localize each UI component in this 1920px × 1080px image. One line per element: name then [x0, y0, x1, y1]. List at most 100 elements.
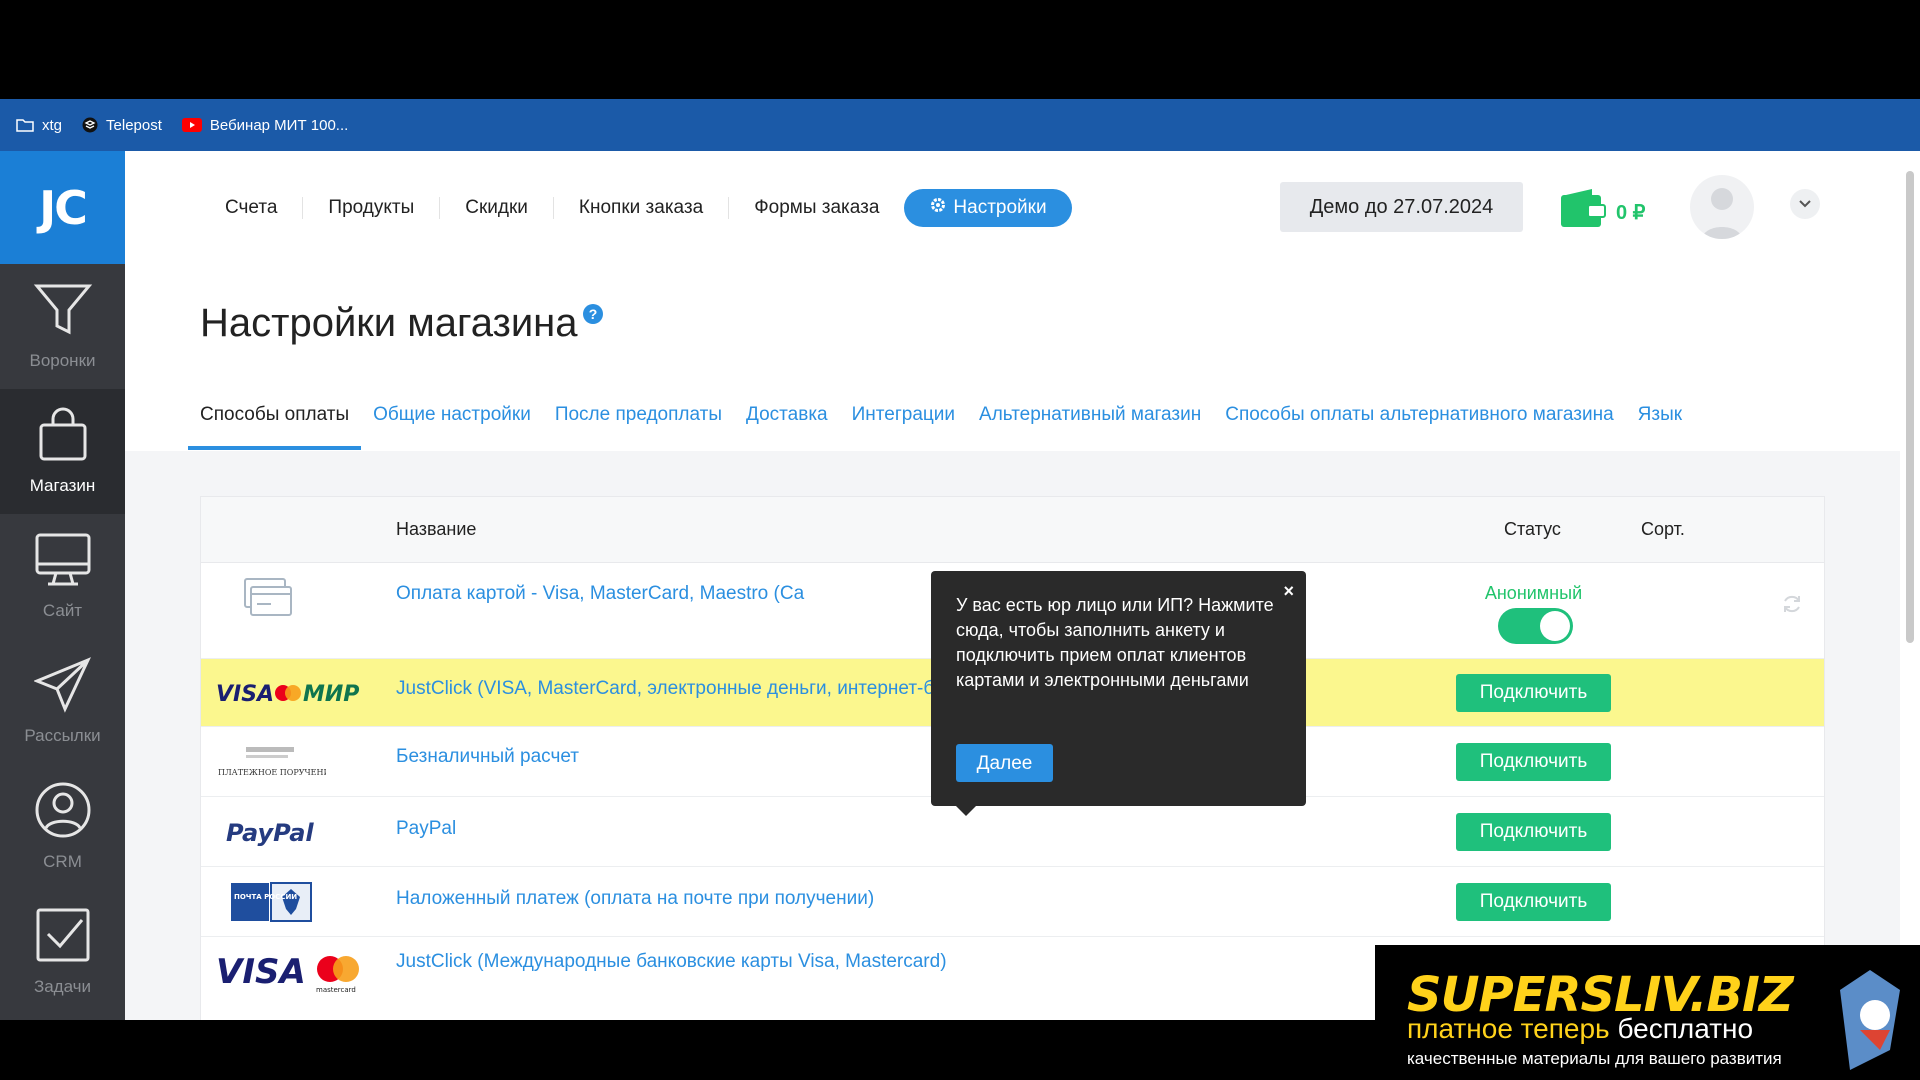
bookmark-label: Вебинар МИТ 100... [209, 116, 349, 134]
checkbox-icon [34, 906, 92, 969]
main-area: Счета Продукты Скидки Кнопки заказа Форм… [125, 151, 1900, 1020]
watermark-banner: SUPERSLIV.BIZ платное теперь бесплатно к… [1375, 945, 1920, 1080]
nav-discounts[interactable]: Скидки [439, 197, 553, 219]
tab-payment-methods[interactable]: Способы оплаты [188, 391, 362, 450]
paper-plane-icon [32, 657, 92, 718]
sidebar-item-label: Рассылки [24, 726, 101, 745]
row-name-paypal[interactable]: PayPal [396, 818, 456, 840]
settings-tabs: Способы оплаты Общие настройки После пре… [188, 391, 1694, 450]
paypal-logo: PayPal [226, 815, 326, 854]
row-name-justclick-intl[interactable]: JustClick (Международные банковские карт… [396, 951, 947, 973]
demo-badge[interactable]: Демо до 27.07.2024 [1280, 182, 1523, 232]
svg-text:МИР: МИР [303, 682, 359, 707]
settings-label: Настройки [953, 197, 1047, 218]
scrollbar-thumb[interactable] [1906, 171, 1914, 643]
banner-tagline: платное теперь бесплатно [1407, 1013, 1754, 1044]
row-name-cod[interactable]: Наложенный платеж (оплата на почте при п… [396, 888, 874, 910]
bookmark-webinar[interactable]: Вебинар МИТ 100... [181, 116, 349, 134]
popover-text[interactable]: У вас есть юр лицо или ИП? Нажмите сюда,… [956, 593, 1281, 693]
sidebar-item-label: Магазин [29, 476, 96, 495]
tab-alt-shop-payments[interactable]: Способы оплаты альтернативного магазина [1213, 391, 1625, 450]
sidebar-item-funnels[interactable]: Воронки [0, 264, 125, 389]
svg-text:VISA: VISA [216, 682, 274, 707]
sidebar-item-site[interactable]: Сайт [0, 514, 125, 639]
refresh-icon[interactable] [1781, 593, 1803, 620]
sidebar-item-shop[interactable]: Магазин [0, 389, 125, 514]
sidebar-item-label: Задачи [33, 977, 92, 996]
popover-arrow [956, 806, 976, 816]
tab-integrations[interactable]: Интеграции [840, 391, 967, 450]
connect-button[interactable]: Подключить [1456, 674, 1611, 712]
header-name: Название [396, 519, 477, 539]
page-title: Настройки магазина [200, 301, 578, 345]
sidebar-item-mailings[interactable]: Рассылки [0, 639, 125, 764]
sidebar-item-label: Воронки [29, 351, 96, 370]
visa-mastercard-logo: VISA mastercard [216, 951, 366, 998]
close-icon[interactable]: × [1283, 579, 1294, 604]
app-logo[interactable]: JC [0, 151, 125, 264]
wallet-balance[interactable]: 0 ₽ [1560, 189, 1645, 235]
tab-language[interactable]: Язык [1626, 391, 1694, 450]
svg-text:ПОЧТА РОССИИ: ПОЧТА РОССИИ [234, 893, 297, 901]
nav-settings-button[interactable]: Настройки [904, 189, 1072, 227]
bookmark-label: xtg [42, 116, 63, 134]
visa-mir-logo: VISA МИР [216, 677, 366, 712]
top-black-bar [0, 0, 1920, 99]
chevron-down-icon[interactable] [1790, 189, 1820, 219]
bookmark-telepost[interactable]: Telepost [82, 117, 162, 134]
connect-button[interactable]: Подключить [1456, 883, 1611, 921]
sidebar-item-crm[interactable]: CRM [0, 764, 125, 889]
folder-icon [16, 118, 34, 132]
sidebar-item-label: CRM [43, 852, 82, 871]
status-anonymous: Анонимный [1484, 583, 1583, 603]
status-toggle[interactable] [1498, 608, 1573, 644]
scrollbar[interactable] [1900, 151, 1920, 1020]
tooltip-popover: × У вас есть юр лицо или ИП? Нажмите сюд… [931, 571, 1306, 816]
top-nav: Счета Продукты Скидки Кнопки заказа Форм… [125, 151, 1900, 451]
header-status: Статус [1504, 519, 1561, 539]
svg-text:VISA: VISA [216, 952, 306, 992]
wallet-icon [1560, 189, 1606, 235]
card-icon [243, 577, 293, 624]
connect-button[interactable]: Подключить [1456, 813, 1611, 851]
shark-mascot-icon [1830, 970, 1920, 1080]
youtube-icon [181, 118, 202, 132]
help-icon[interactable]: ? [583, 304, 603, 324]
sidebar: JC Воронки Магазин Сайт Рассылки CRM Зад… [0, 151, 125, 1020]
avatar[interactable] [1690, 175, 1754, 239]
svg-text:mastercard: mastercard [316, 986, 356, 993]
russian-post-logo: ПОЧТА РОССИИ [231, 881, 313, 928]
header-sort: Сорт. [1641, 519, 1685, 539]
row-name-card[interactable]: Оплата картой - Visa, MasterCard, Maestr… [396, 583, 804, 605]
banner-subtitle: качественные материалы для вашего развит… [1407, 1049, 1782, 1068]
tab-delivery[interactable]: Доставка [734, 391, 840, 450]
table-row: ПОЧТА РОССИИ Наложенный платеж (оплата н… [201, 867, 1824, 937]
sidebar-item-label: Сайт [42, 601, 83, 620]
gear-icon [929, 196, 947, 220]
bookmark-xtg[interactable]: xtg [16, 117, 62, 134]
table-row: PayPal PayPal Подключить [201, 797, 1824, 867]
tab-after-prepayment[interactable]: После предоплаты [543, 391, 734, 450]
telepost-icon [82, 117, 98, 133]
monitor-icon [34, 532, 92, 593]
bag-icon [37, 407, 89, 468]
user-circle-icon [34, 781, 92, 844]
table-header: Название Статус Сорт. [201, 497, 1824, 563]
sidebar-item-tasks[interactable]: Задачи [0, 889, 125, 1014]
nav-order-buttons[interactable]: Кнопки заказа [552, 197, 728, 219]
funnel-icon [33, 282, 93, 343]
bookmarks-bar: xtg Telepost Вебинар МИТ 100... [0, 99, 1920, 151]
tab-alt-shop[interactable]: Альтернативный магазин [967, 391, 1213, 450]
nav-order-forms[interactable]: Формы заказа [728, 197, 904, 219]
svg-text:PayPal: PayPal [226, 819, 314, 847]
nav-invoices[interactable]: Счета [200, 197, 302, 219]
nav-links: Счета Продукты Скидки Кнопки заказа Форм… [200, 189, 1072, 227]
bookmark-label: Telepost [106, 116, 162, 134]
tab-general-settings[interactable]: Общие настройки [361, 391, 543, 450]
row-name-cashless[interactable]: Безналичный расчет [396, 746, 579, 768]
connect-button[interactable]: Подключить [1456, 743, 1611, 781]
nav-products[interactable]: Продукты [302, 197, 439, 219]
balance-value: 0 ₽ [1616, 201, 1646, 224]
next-button[interactable]: Далее [956, 744, 1053, 782]
app-window: JC Воронки Магазин Сайт Рассылки CRM Зад… [0, 151, 1920, 1020]
